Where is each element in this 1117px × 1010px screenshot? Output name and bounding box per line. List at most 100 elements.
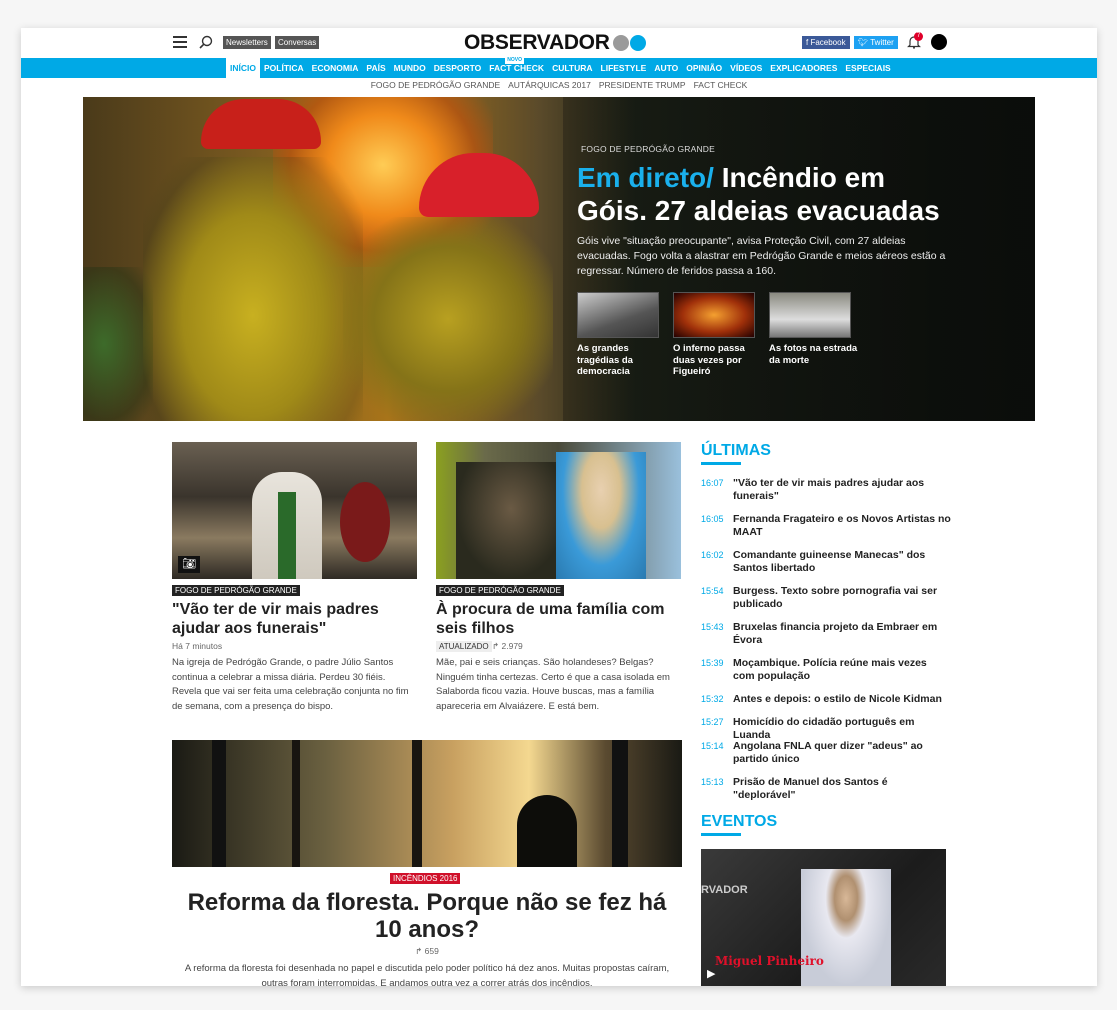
nav-item-especiais[interactable]: ESPECIAIS: [841, 58, 894, 78]
nav-item-país[interactable]: PAÍS: [362, 58, 389, 78]
tree-1: [212, 740, 226, 867]
latest-time: 15:13: [701, 777, 724, 787]
related-caption-3[interactable]: As fotos na estrada da morte: [769, 343, 859, 366]
hero-lead: Góis vive "situação preocupante", avisa …: [577, 235, 946, 277]
subnav-link[interactable]: FOGO DE PEDRÓGÃO GRANDE: [371, 80, 500, 90]
tree-4: [612, 740, 628, 867]
events-title[interactable]: EVENTOS: [701, 813, 777, 831]
twitter-button[interactable]: 🐦︎ Twitter: [854, 36, 898, 49]
latest-time: 15:43: [701, 622, 724, 632]
main-nav: INÍCIO POLÍTICA ECONOMIA PAÍS MUNDO DESPORTO F…: [21, 57, 1097, 78]
latest-item[interactable]: 15:14 Angolana FNLA quer dizer "adeus" ao…: [701, 740, 951, 776]
article-3-lead: A reforma da floresta foi desenhada no p…: [184, 963, 670, 986]
nav-item-label: ESPECIAIS: [845, 63, 891, 73]
tree-2: [292, 740, 300, 867]
red-fan: [340, 482, 390, 562]
latest-item[interactable]: 15:13 Prisão de Manuel dos Santos é "depl…: [701, 776, 951, 801]
article-2-tag[interactable]: FOGO DE PEDRÓGÃO GRANDE: [436, 585, 564, 596]
latest-item[interactable]: 16:02 Comandante guineense Manecas" dos S…: [701, 549, 951, 585]
article-3-image[interactable]: [172, 740, 682, 867]
facebook-button[interactable]: f Facebook: [802, 36, 850, 49]
logo-dot-blue: [629, 35, 646, 51]
nav-item-label: EXPLICADORES: [770, 63, 838, 73]
latest-item[interactable]: 15:27 Homicídio do cidadão português em L…: [701, 716, 951, 741]
latest-item[interactable]: 15:32 Antes e depois: o estilo de Nicole …: [701, 693, 951, 716]
nav-item-explicadores[interactable]: EXPLICADORES: [766, 58, 841, 78]
latest-headline: Fernanda Fragateiro e os Novos Artistas …: [733, 513, 951, 538]
sub-nav: FOGO DE PEDRÓGÃO GRANDE AUTÁRQUICAS 2017 P…: [21, 80, 1097, 96]
newsletters-button[interactable]: Newsletters: [223, 36, 271, 49]
related-caption-2[interactable]: O inferno passa duas vezes por Figueiró: [673, 343, 763, 378]
latest-headline: Prisão de Manuel dos Santos é "deploráve…: [733, 776, 888, 801]
latest-list: 16:07 "Vão ter de vir mais padres ajudar …: [701, 477, 951, 801]
latest-item[interactable]: 16:05 Fernanda Fragateiro e os Novos Arti…: [701, 513, 951, 549]
hero-tag[interactable]: FOGO DE PEDRÓGÃO GRANDE: [581, 144, 715, 154]
article-2-lead: Mãe, pai e seis crianças. São holandeses…: [436, 657, 670, 712]
article-1-image[interactable]: 📷︎: [172, 442, 417, 579]
video-caption: Miguel Pinheiro: [715, 954, 824, 968]
latest-headline: Moçambique. Polícia reúne mais vezes com…: [733, 657, 927, 682]
article-3-tag[interactable]: INCÊNDIOS 2016: [390, 873, 461, 884]
article-3-title[interactable]: Reforma da floresta. Porque não se fez h…: [172, 889, 682, 943]
nav-item-lifestyle[interactable]: LIFESTYLE: [597, 58, 651, 78]
subnav-link[interactable]: FACT CHECK: [694, 80, 748, 90]
camera-icon: 📷︎: [178, 556, 200, 573]
updated-badge: ATUALIZADO: [436, 641, 492, 652]
latest-headline: Bruxelas financia projeto da Embraer em …: [733, 621, 938, 646]
nav-item-mundo[interactable]: MUNDO: [390, 58, 430, 78]
subnav-link[interactable]: PRESIDENTE TRUMP: [599, 80, 686, 90]
nav-item-label: PAÍS: [366, 63, 386, 73]
twitter-icon: 🐦︎: [858, 38, 869, 47]
nav-item-vídeos[interactable]: VÍDEOS: [726, 58, 766, 78]
latest-item[interactable]: 15:54 Burgess. Texto sobre pornografia va…: [701, 585, 951, 621]
related-thumb-3[interactable]: [769, 292, 851, 338]
nav-item-opinião[interactable]: OPINIÃO: [682, 58, 726, 78]
observador-logo[interactable]: OBSERVADOR: [464, 30, 646, 56]
article-1-tag[interactable]: FOGO DE PEDRÓGÃO GRANDE: [172, 585, 300, 596]
nav-item-label: OPINIÃO: [686, 63, 723, 73]
hero-story[interactable]: FOGO DE PEDRÓGÃO GRANDE Em direto/ Incên…: [83, 97, 1035, 421]
nav-item-desporto[interactable]: DESPORTO: [430, 58, 486, 78]
nav-item-label: FACT CHECK: [489, 63, 545, 73]
nav-item-label: AUTO: [654, 63, 679, 73]
nav-item-economia[interactable]: ECONOMIA: [308, 58, 363, 78]
latest-time: 15:54: [701, 586, 724, 596]
subnav-link[interactable]: AUTÁRQUICAS 2017: [508, 80, 591, 90]
search-icon[interactable]: [199, 35, 213, 49]
latest-item[interactable]: 16:07 "Vão ter de vir mais padres ajudar …: [701, 477, 951, 513]
related-thumb-2[interactable]: [673, 292, 755, 338]
events-video[interactable]: RVADOR Miguel Pinheiro ▶: [701, 849, 946, 986]
woman-figure: [556, 452, 646, 579]
menu-icon[interactable]: [173, 36, 187, 48]
latest-time: 15:27: [701, 717, 724, 727]
hero-title[interactable]: Em direto/ Incêndio em Góis. 27 aldeias …: [577, 161, 957, 227]
notification-count: 7: [914, 32, 923, 41]
article-2-image[interactable]: [436, 442, 681, 579]
article-2-title[interactable]: À procura de uma família com seis filhos: [436, 600, 681, 638]
nav-item-label: MUNDO: [393, 63, 426, 73]
nav-item-label: POLÍTICA: [263, 63, 304, 73]
share-icon: ↱: [492, 641, 500, 651]
play-icon[interactable]: ▶: [707, 967, 715, 980]
nav-item-início[interactable]: INÍCIO: [226, 58, 260, 78]
user-avatar[interactable]: [931, 34, 947, 50]
related-caption-1[interactable]: As grandes tragédias da democracia: [577, 343, 667, 378]
nav-item-fact-check[interactable]: FACT CHECK NOVO: [485, 57, 548, 78]
article-1-title[interactable]: "Vão ter de vir mais padres ajudar aos f…: [172, 600, 417, 638]
related-thumb-1[interactable]: [577, 292, 659, 338]
silhouette: [517, 795, 577, 867]
live-label: Em direto/: [577, 162, 714, 193]
nav-item-cultura[interactable]: CULTURA: [548, 58, 596, 78]
latest-headline: Comandante guineense Manecas" dos Santos…: [733, 549, 926, 574]
latest-headline: Burgess. Texto sobre pornografia vai ser…: [733, 585, 938, 610]
latest-title[interactable]: ÚLTIMAS: [701, 442, 771, 460]
article-3-shares: ↱ 659: [172, 946, 682, 957]
latest-headline: "Vão ter de vir mais padres ajudar aos f…: [733, 477, 925, 502]
nav-item-política[interactable]: POLÍTICA: [260, 58, 308, 78]
conversas-button[interactable]: Conversas: [275, 36, 320, 49]
logo-text: OBSERVADOR: [464, 31, 610, 54]
nav-item-auto[interactable]: AUTO: [650, 58, 682, 78]
latest-item[interactable]: 15:43 Bruxelas financia projeto da Embrae…: [701, 621, 951, 657]
video-logo: RVADOR: [701, 884, 748, 896]
latest-item[interactable]: 15:39 Moçambique. Polícia reúne mais veze…: [701, 657, 951, 693]
